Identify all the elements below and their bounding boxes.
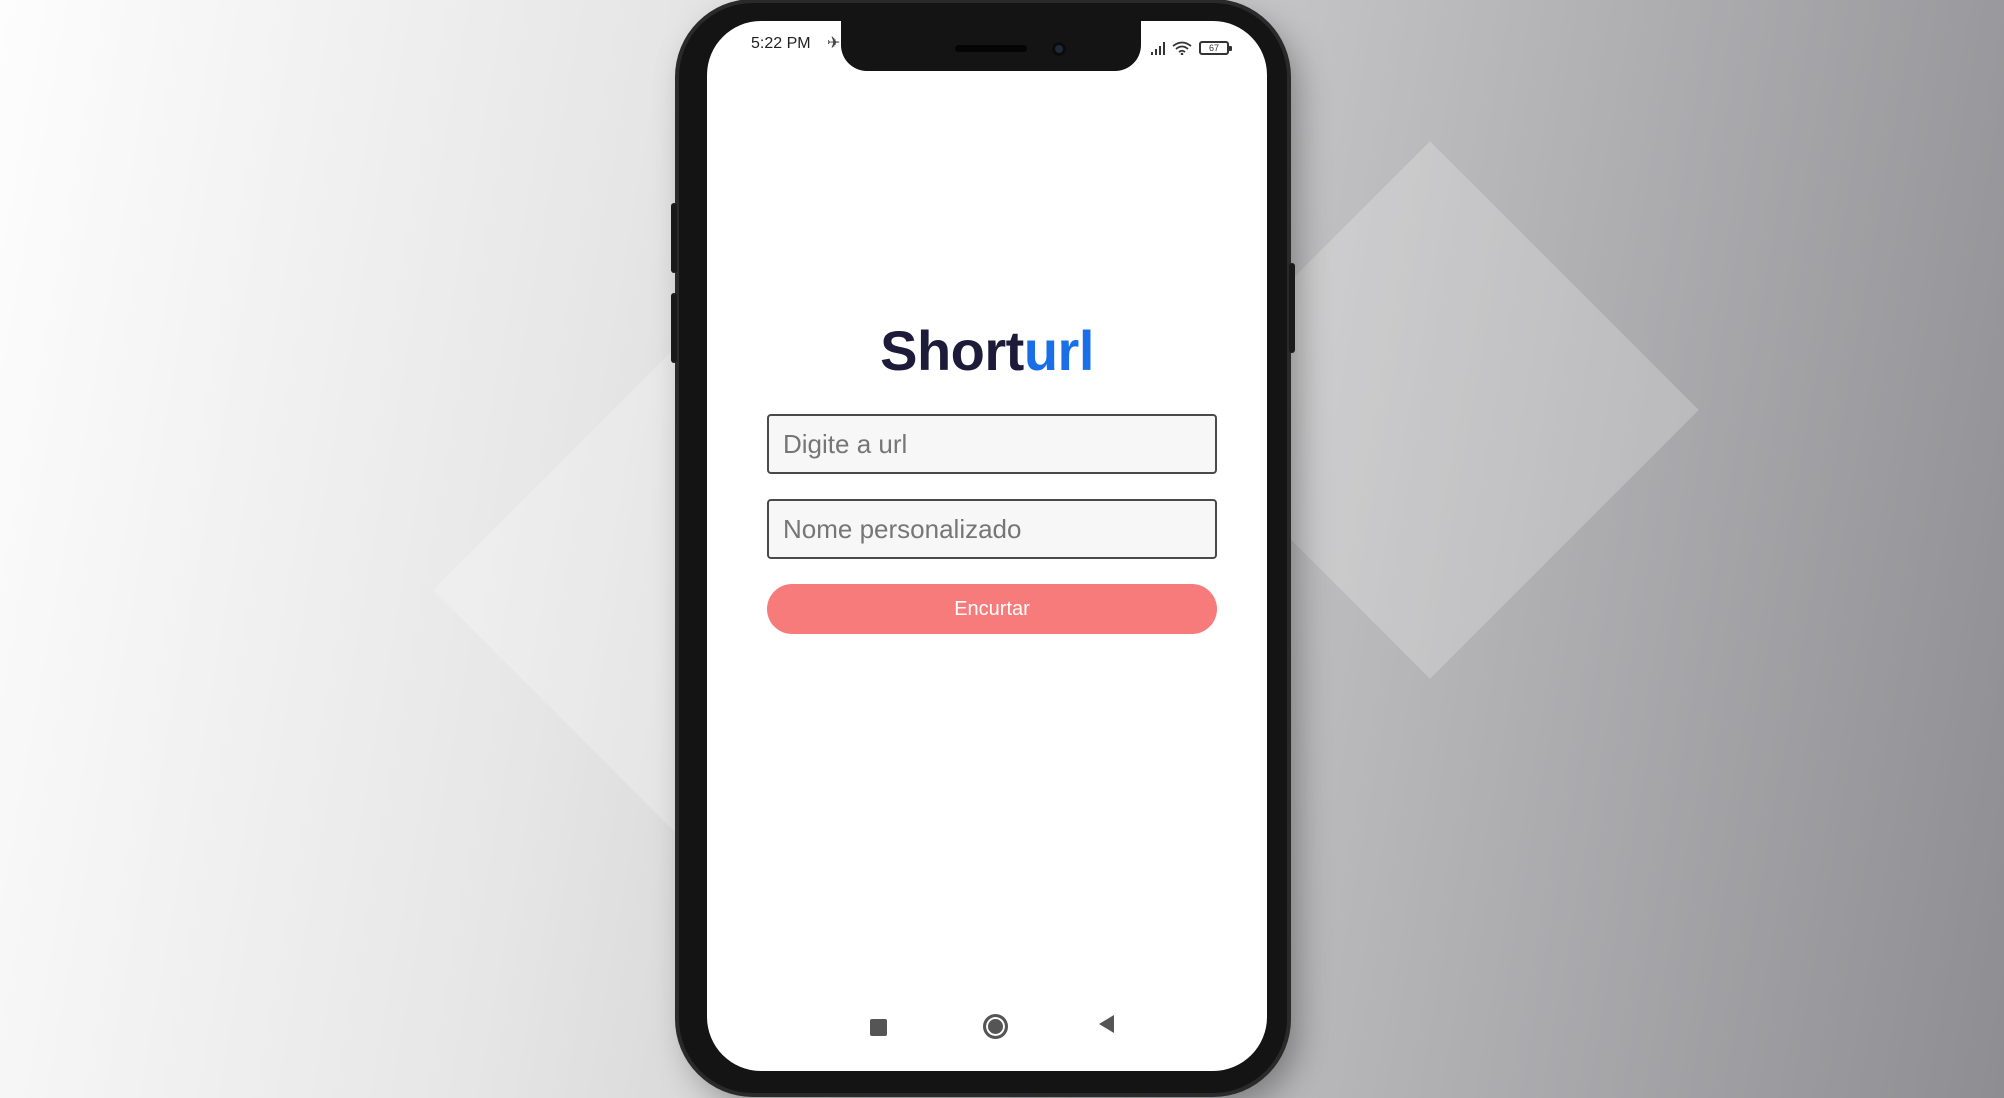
phone-screen: 5:22 PM ✈ 67 Shorturl Encurtar [707,21,1267,1071]
wifi-icon [1172,41,1192,55]
status-icons: 67 [1151,41,1232,55]
volume-down-button [671,293,677,363]
status-time: 5:22 PM [751,35,811,52]
navigation-bar [707,1005,1267,1045]
volume-up-button [671,203,677,273]
signal-icon [1151,41,1165,55]
app-title: Shorturl [707,323,1267,379]
shorten-button[interactable]: Encurtar [767,584,1217,634]
phone-frame: 5:22 PM ✈ 67 Shorturl Encurtar [671,3,1295,1093]
notification-icon: ✈ [827,35,841,52]
recent-apps-icon[interactable] [870,1019,887,1036]
battery-icon: 67 [1199,41,1232,55]
notch [841,21,1141,71]
app-title-short: Short [880,319,1024,382]
power-button [1289,263,1295,353]
camera-icon [1052,42,1066,56]
home-icon[interactable] [983,1014,1008,1039]
custom-name-input[interactable] [767,499,1217,559]
back-icon[interactable] [1099,1015,1114,1033]
app-title-url: url [1023,319,1095,382]
url-input[interactable] [767,414,1217,474]
speaker-grille [955,45,1027,52]
